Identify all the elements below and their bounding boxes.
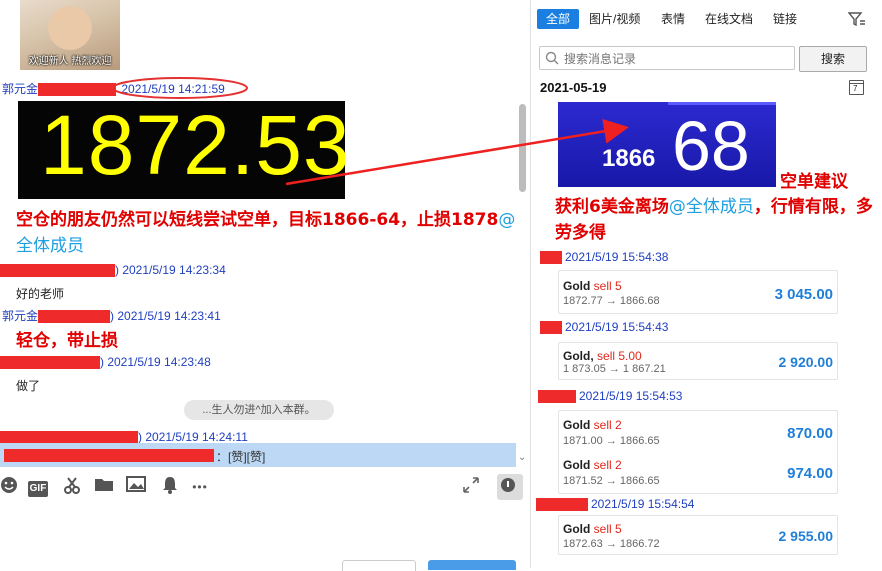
message-time: 2021/5/19 15:54:38 xyxy=(565,250,669,264)
emoji-icon[interactable] xyxy=(0,476,20,498)
history-date: 2021-05-19 xyxy=(540,80,607,95)
history-entry-header: 2021/5/19 15:54:53 xyxy=(538,389,683,404)
ticker-big-value: 68 xyxy=(672,107,750,185)
annotation-right-body: 获利6美金离场 xyxy=(555,197,669,217)
trade-symbol: Gold sell 2 xyxy=(563,458,622,472)
message-header: ) 2021/5/19 14:23:48 xyxy=(0,355,211,370)
scissors-icon[interactable] xyxy=(61,476,83,498)
redaction-bar xyxy=(38,83,117,97)
history-entry-header: 2021/5/19 15:54:54 xyxy=(536,497,695,512)
message-time: ) 2021/5/19 14:23:41 xyxy=(110,309,221,323)
trade-profit: 974.00 xyxy=(787,465,833,482)
message-header: ) 2021/5/19 14:23:34 xyxy=(0,263,226,278)
chat-scrollbar[interactable] xyxy=(519,104,526,192)
redaction-bar xyxy=(540,321,562,335)
trade-side: sell 2 xyxy=(593,458,622,472)
redaction-bar xyxy=(0,264,115,278)
sender-name[interactable]: 郭元金 xyxy=(2,309,38,323)
redaction-bar xyxy=(4,449,214,462)
chat-panel: 欢迎新人 热烈欢迎 郭元金 2021/5/19 14:21:59 1872.53… xyxy=(0,0,530,571)
trade-profit: 870.00 xyxy=(787,425,833,442)
trade-symbol: Gold sell 2 xyxy=(563,418,622,432)
trade-side: sell 2 xyxy=(593,418,622,432)
history-entry-header: 2021/5/19 15:54:43 xyxy=(540,320,669,335)
trade-prices: 1872.63 → 1866.72 xyxy=(563,538,660,550)
close-button[interactable] xyxy=(342,560,416,571)
message-time: ) 2021/5/19 14:24:11 xyxy=(138,430,248,444)
history-button[interactable] xyxy=(497,474,523,500)
filter-icon[interactable] xyxy=(847,12,866,31)
trade-card[interactable]: Gold sell 5 1872.63 → 1866.72 2 955.00 xyxy=(558,515,838,555)
history-entry-header: 2021/5/19 15:54:38 xyxy=(540,250,669,265)
folder-icon[interactable] xyxy=(93,476,115,498)
quoted-text: ：[赞][赞] xyxy=(216,450,266,464)
image-icon[interactable] xyxy=(125,476,147,498)
annotation-right-1: 空单建议 xyxy=(780,172,848,192)
trade-prices: 1871.00 → 1866.65 xyxy=(563,435,660,447)
input-toolbar: GIF ••• xyxy=(0,476,530,502)
annotation-right-2: 获利6美金离场@全体成员，行情有限，多劳多得 xyxy=(555,194,880,246)
mention-all[interactable]: @全体成员 xyxy=(669,197,754,217)
trade-prices: 1872.77 → 1866.68 xyxy=(563,295,660,307)
trade-profit: 2 955.00 xyxy=(778,528,834,544)
send-button[interactable] xyxy=(428,560,516,570)
redaction-bar xyxy=(538,390,576,404)
calendar-icon[interactable]: 7 xyxy=(849,80,864,95)
trade-profit: 2 920.00 xyxy=(778,354,834,370)
message-time: 2021/5/19 15:54:54 xyxy=(591,497,695,511)
history-search-field[interactable] xyxy=(539,46,795,70)
message-header: 郭元金 ) 2021/5/19 14:23:41 xyxy=(2,307,221,324)
trade-symbol: Gold sell 5 xyxy=(563,279,622,293)
message-time: ) 2021/5/19 14:23:48 xyxy=(100,355,211,369)
redaction-bar xyxy=(38,310,111,324)
message-time: 2021/5/19 15:54:43 xyxy=(565,320,669,334)
ticker-small-value: 1866 xyxy=(602,145,656,172)
more-icon[interactable]: ••• xyxy=(189,476,211,498)
trade-symbol: Gold sell 5 xyxy=(563,522,622,536)
redaction-bar xyxy=(540,251,562,265)
highlight-ellipse xyxy=(112,77,248,99)
gif-label: GIF xyxy=(27,481,49,497)
redaction-bar xyxy=(536,498,588,512)
search-input[interactable] xyxy=(562,49,791,68)
tab-media[interactable]: 图片/视频 xyxy=(589,9,640,29)
expand-icon[interactable] xyxy=(460,476,482,498)
trade-side: sell 5.00 xyxy=(597,349,642,363)
price-ticker-image[interactable]: 1872.53 xyxy=(18,101,345,199)
search-icon xyxy=(545,51,559,65)
annotation-text-2: 轻仓，带止损 xyxy=(16,331,118,351)
annotation-text: 空仓的朋友仍然可以短线尝试空单，目标1866-64，止损1878@全体成员 xyxy=(16,207,521,259)
message-body: 好的老师 xyxy=(16,287,65,301)
tab-links[interactable]: 链接 xyxy=(773,9,797,29)
price-ticker-image-2[interactable]: 1866 68 xyxy=(558,102,776,187)
tab-online-docs[interactable]: 在线文档 xyxy=(705,9,753,29)
redaction-bar xyxy=(0,356,100,370)
message-time: 2021/5/19 15:54:53 xyxy=(579,389,683,403)
tab-stickers[interactable]: 表情 xyxy=(661,9,685,29)
trade-symbol: Gold, sell 5.00 xyxy=(563,349,642,363)
trade-card[interactable]: Gold sell 5 1872.77 → 1866.68 3 045.00 xyxy=(558,270,838,314)
search-button[interactable]: 搜索 xyxy=(799,46,867,72)
trade-side: sell 5 xyxy=(593,279,622,293)
trade-card[interactable]: Gold, sell 5.00 1 873.05 → 1 867.21 2 92… xyxy=(558,342,838,380)
message-body: 做了 xyxy=(16,379,41,393)
system-notice: ...生人勿进^加入本群。 xyxy=(184,400,334,420)
welcome-sticker-image[interactable]: 欢迎新人 热烈欢迎 xyxy=(20,0,120,70)
message-time: ) 2021/5/19 14:23:34 xyxy=(115,263,226,277)
gif-icon[interactable]: GIF xyxy=(27,476,49,498)
annotation-body: 空仓的朋友仍然可以短线尝试空单，目标1866-64，止损1878 xyxy=(16,210,499,230)
tab-all[interactable]: 全部 xyxy=(537,9,579,29)
trade-profit: 3 045.00 xyxy=(774,286,833,303)
trade-side: sell 5 xyxy=(593,522,622,536)
scroll-down-icon[interactable]: ⌄ xyxy=(518,452,526,463)
sender-name[interactable]: 郭元金 xyxy=(2,82,38,96)
trade-prices: 1871.52 → 1866.65 xyxy=(563,475,660,487)
trade-card-group[interactable]: Gold sell 2 1871.00 → 1866.65 870.00 Gol… xyxy=(558,410,838,494)
quoted-message-bar[interactable]: ：[赞][赞] xyxy=(0,443,516,467)
sticker-caption: 欢迎新人 热烈欢迎 xyxy=(28,56,112,67)
ticker-value: 1872.53 xyxy=(40,101,345,192)
bell-icon[interactable] xyxy=(159,476,181,498)
sticker-face xyxy=(48,6,92,50)
trade-prices: 1 873.05 → 1 867.21 xyxy=(563,363,666,375)
